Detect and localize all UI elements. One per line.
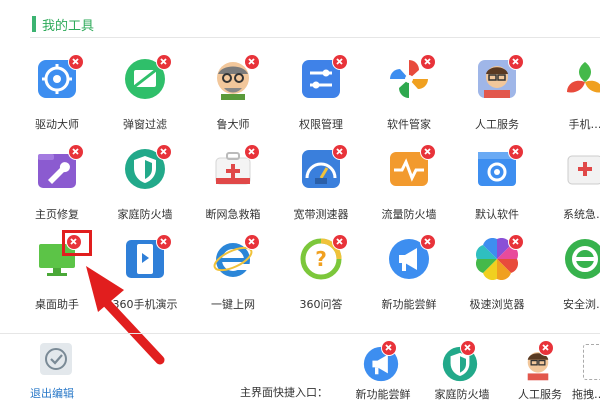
tool-label: 软件管家 xyxy=(387,118,431,131)
delete-badge-icon[interactable] xyxy=(538,340,554,356)
tool-homepage-repair[interactable]: 主页修复 xyxy=(14,144,100,238)
tool-human-service[interactable]: 人工服务 xyxy=(454,54,540,148)
tool-label: 弹窗过滤 xyxy=(123,118,167,131)
tool-traffic-firewall[interactable]: 流量防火墙 xyxy=(366,144,452,238)
tool-label: 断网急救箱 xyxy=(205,208,261,221)
delete-badge-icon[interactable] xyxy=(332,234,348,250)
delete-badge-icon[interactable] xyxy=(420,54,436,70)
tool-label: 手机… xyxy=(568,118,600,131)
tool-bandwidth-test[interactable]: 宽带测速器 xyxy=(278,144,364,238)
delete-badge-icon[interactable] xyxy=(244,234,260,250)
delete-badge-icon[interactable] xyxy=(244,144,260,160)
tools-grid: 驱动大师 弹窗过滤 鲁大师 权限管理 软件管家 人工服务 手机… 主页修复 家庭… xyxy=(0,0,600,330)
tool-label: 主页修复 xyxy=(35,208,79,221)
exit-edit-icon[interactable] xyxy=(40,343,72,375)
tool-safe-browser[interactable]: 安全浏… xyxy=(542,238,600,328)
tool-label: 新功能尝鲜 xyxy=(381,298,437,311)
tool-ludashi[interactable]: 鲁大师 xyxy=(190,54,276,148)
phone-leaf-icon xyxy=(564,58,600,100)
delete-badge-icon[interactable] xyxy=(156,234,172,250)
divider xyxy=(0,333,600,334)
tool-default-software[interactable]: 默认软件 xyxy=(454,144,540,238)
tool-label: 流量防火墙 xyxy=(381,208,437,221)
system-kit-icon xyxy=(564,148,600,190)
tool-driver-master[interactable]: 驱动大师 xyxy=(14,54,100,148)
delete-badge-icon[interactable] xyxy=(420,234,436,250)
tool-label: 人工服务 xyxy=(475,118,519,131)
tool-new-feature-trial[interactable]: 新功能尝鲜 xyxy=(366,234,452,328)
delete-badge-icon[interactable] xyxy=(156,144,172,160)
tool-label: 驱动大师 xyxy=(35,118,79,131)
tool-label: 家庭防火墙 xyxy=(117,208,173,221)
delete-badge-icon[interactable] xyxy=(381,340,397,356)
tool-label: 安全浏… xyxy=(563,298,600,311)
drag-slot-icon[interactable] xyxy=(583,344,600,380)
tool-one-click-internet[interactable]: 一键上网 xyxy=(190,234,276,328)
delete-badge-icon[interactable] xyxy=(332,54,348,70)
tool-phone[interactable]: 手机… xyxy=(542,58,600,148)
quick-tool-human-service[interactable]: 人工服务 xyxy=(500,340,580,406)
quick-tool-family-firewall[interactable]: 家庭防火墙 xyxy=(422,340,502,406)
delete-badge-icon[interactable] xyxy=(68,144,84,160)
tool-label: 360问答 xyxy=(299,298,343,311)
tool-360-qa[interactable]: ? 360问答 xyxy=(278,234,364,328)
delete-badge-icon[interactable] xyxy=(460,340,476,356)
delete-badge-icon[interactable] xyxy=(508,54,524,70)
tool-system-first-aid[interactable]: 系统急… xyxy=(542,148,600,238)
safe-browser-icon xyxy=(564,238,600,280)
exit-edit-button[interactable]: 退出编辑 xyxy=(30,385,74,401)
tool-permission-manager[interactable]: 权限管理 xyxy=(278,54,364,148)
tool-label: 系统急… xyxy=(563,208,600,221)
delete-badge-icon[interactable] xyxy=(68,54,84,70)
quick-entry-label: 主界面快捷入口： xyxy=(240,386,328,399)
annotation-highlight-box xyxy=(62,230,92,256)
delete-badge-icon[interactable] xyxy=(156,54,172,70)
tool-label: 鲁大师 xyxy=(216,118,250,131)
tool-label: 权限管理 xyxy=(299,118,343,131)
delete-badge-icon[interactable] xyxy=(332,144,348,160)
tool-popup-filter[interactable]: 弹窗过滤 xyxy=(102,54,188,148)
tool-phone-demo[interactable]: 360手机演示 xyxy=(102,234,188,328)
delete-badge-icon[interactable] xyxy=(420,144,436,160)
tool-family-firewall[interactable]: 家庭防火墙 xyxy=(102,144,188,238)
delete-badge-icon[interactable] xyxy=(244,54,260,70)
svg-text:?: ? xyxy=(315,247,327,271)
tool-software-manager[interactable]: 软件管家 xyxy=(366,54,452,148)
tool-label: 极速浏览器 xyxy=(469,298,525,311)
tool-label: 宽带测速器 xyxy=(293,208,349,221)
tool-speed-browser[interactable]: 极速浏览器 xyxy=(454,234,540,328)
tool-label: 桌面助手 xyxy=(35,298,79,311)
quick-tool-new-feature[interactable]: 新功能尝鲜 xyxy=(343,340,423,406)
tool-label: 360手机演示 xyxy=(112,298,178,311)
tool-network-first-aid[interactable]: 断网急救箱 xyxy=(190,144,276,238)
tool-label: 一键上网 xyxy=(211,298,255,311)
delete-badge-icon[interactable] xyxy=(508,144,524,160)
tool-label: 默认软件 xyxy=(475,208,519,221)
delete-badge-icon[interactable] xyxy=(508,234,524,250)
